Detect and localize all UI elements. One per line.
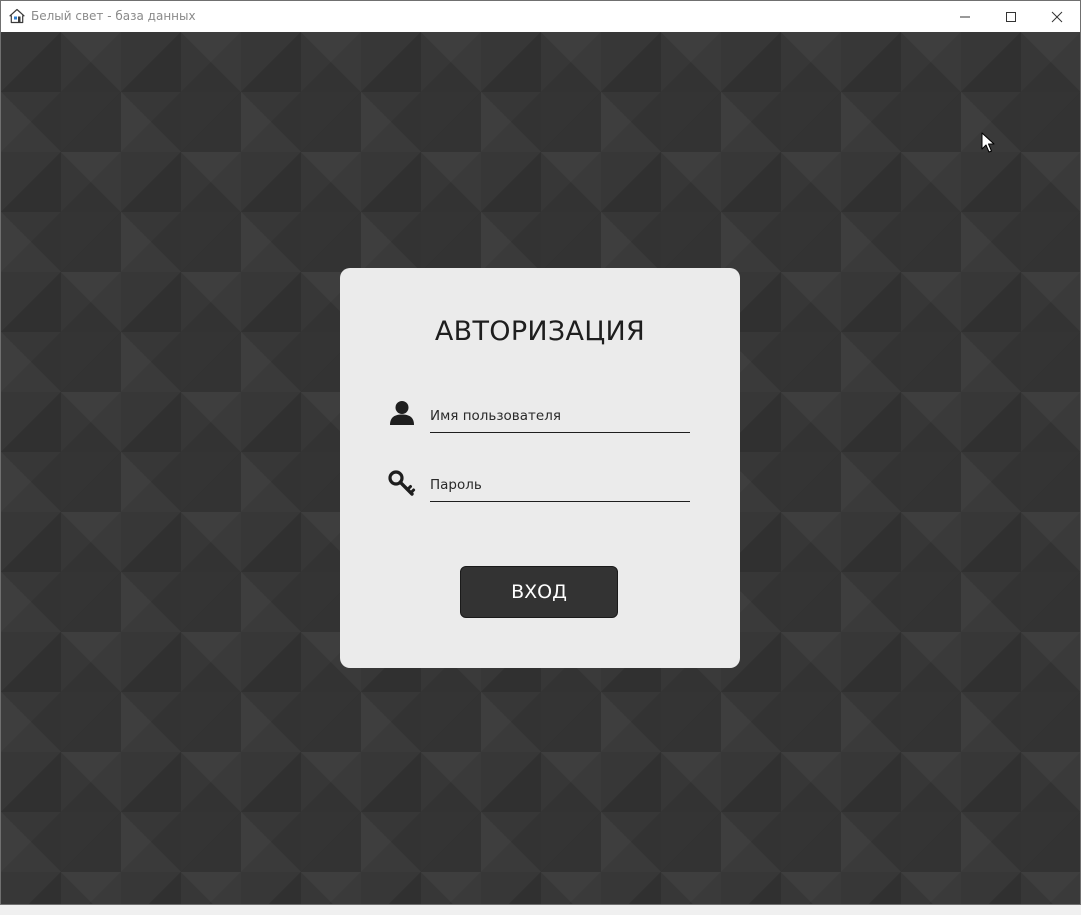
app-window: Белый свет - база данных АВТОРИЗАЦИЯ Имя…	[0, 0, 1081, 905]
login-screen: АВТОРИЗАЦИЯ ВХОД	[1, 32, 1080, 904]
mouse-cursor-icon	[981, 132, 995, 153]
username-input[interactable]	[430, 402, 690, 430]
password-input[interactable]	[430, 471, 690, 499]
login-panel: АВТОРИЗАЦИЯ ВХОД	[340, 268, 740, 668]
key-icon	[388, 470, 416, 496]
page-title: АВТОРИЗАЦИЯ	[434, 316, 646, 347]
login-button[interactable]: ВХОД	[460, 566, 618, 618]
maximize-icon	[1006, 11, 1016, 22]
minimize-button[interactable]	[942, 1, 988, 32]
close-button[interactable]	[1034, 1, 1080, 32]
username-field[interactable]	[430, 402, 690, 433]
user-icon	[390, 401, 414, 425]
house-icon	[9, 8, 25, 24]
minimize-icon	[960, 16, 970, 17]
title-bar[interactable]: Белый свет - база данных	[1, 1, 1080, 32]
desktop-strip	[0, 905, 1081, 915]
window-title: Белый свет - база данных	[31, 9, 196, 23]
password-field[interactable]	[430, 471, 690, 502]
maximize-button[interactable]	[988, 1, 1034, 32]
close-icon	[1051, 11, 1063, 22]
